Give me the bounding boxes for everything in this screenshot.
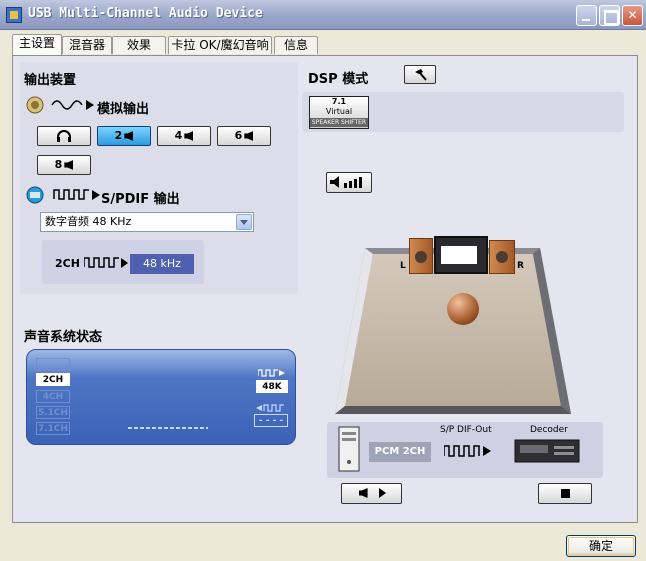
spdif-chain-icon <box>444 445 491 457</box>
headphones-icon <box>57 130 71 142</box>
channel-level-2ch: 2CH <box>36 373 70 386</box>
maximize-button[interactable] <box>599 5 620 26</box>
room-right-label: R <box>517 261 524 271</box>
play-icon <box>379 488 387 498</box>
virtual-speaker-virtual: Virtual <box>325 107 353 116</box>
channel-8-label: 8 <box>54 158 63 171</box>
tab-info[interactable]: 信息 <box>274 36 318 54</box>
minimize-button[interactable] <box>576 5 597 26</box>
tab-karaoke[interactable]: 卡拉 OK/魔幻音响 <box>168 36 272 54</box>
channel-level-4ch: 4CH <box>36 390 70 403</box>
close-button[interactable]: ✕ <box>622 5 643 26</box>
spdif-rate-value: 48 kHz <box>130 254 194 274</box>
channel-level-7-1ch: 7.1CH <box>36 422 70 435</box>
spdif-format-value: 数字音频 48 KHz <box>45 215 132 228</box>
decoder-device-icon <box>514 439 580 463</box>
stop-icon <box>560 488 570 498</box>
speaker-test-button[interactable] <box>326 172 372 193</box>
decoder-caption: Decoder <box>530 425 568 435</box>
tv-display <box>441 246 477 264</box>
channel-6-button[interactable]: 6 <box>217 126 271 146</box>
listener-sphere <box>447 293 479 325</box>
virtual-speaker-band: SPEAKER SHIFTER <box>310 118 368 127</box>
channel-4-label: 4 <box>174 129 183 142</box>
channel-6-label: 6 <box>234 129 243 142</box>
channel-8-button[interactable]: 8 <box>37 155 91 175</box>
window-title: USB Multi-Channel Audio Device <box>28 6 263 21</box>
play-test-button[interactable] <box>341 483 402 504</box>
tab-mixer[interactable]: 混音器 <box>62 36 112 54</box>
channel-level-5-1ch: 5.1CH <box>36 406 70 419</box>
speaker-icon <box>244 131 254 141</box>
title-bar: USB Multi-Channel Audio Device ✕ <box>0 0 646 30</box>
hammer-icon <box>415 69 427 81</box>
tab-effects[interactable]: 效果 <box>112 36 166 54</box>
spdif-out-rate: 48K <box>256 380 288 393</box>
stop-test-button[interactable] <box>538 483 592 504</box>
channel-4-button[interactable]: 4 <box>157 126 211 146</box>
right-speaker-cone <box>496 251 508 263</box>
channel-2-label: 2 <box>114 129 123 142</box>
spdif-format-select[interactable]: 数字音频 48 KHz <box>40 212 254 232</box>
left-speaker-cone <box>415 251 427 263</box>
channel-level-0 <box>36 358 70 371</box>
room-left-label: L <box>400 261 406 271</box>
ok-button[interactable]: 确定 <box>566 535 636 557</box>
spdif-in-rate: - - - - <box>254 414 288 427</box>
virtual-speaker-button[interactable]: 7.1 Virtual SPEAKER SHIFTER <box>309 96 369 129</box>
spdif-output-label: S/PDIF 输出 <box>101 192 180 207</box>
analog-output-label: 模拟输出 <box>97 102 150 117</box>
output-device-title: 输出装置 <box>24 73 77 88</box>
spdif-output-icon <box>26 186 100 204</box>
signal-dashes <box>128 427 208 429</box>
chevron-down-icon[interactable] <box>236 214 252 230</box>
analog-output-icon <box>26 96 94 114</box>
app-icon <box>6 7 22 23</box>
speaker-icon <box>124 131 134 141</box>
speaker-icon <box>358 488 368 498</box>
sound-status-title: 声音系统状态 <box>24 330 103 345</box>
digital-signal-icon <box>84 257 128 268</box>
channel-2-button[interactable]: 2 <box>97 126 151 146</box>
spdif-in-status-icon <box>256 404 284 412</box>
speaker-icon <box>184 131 194 141</box>
dsp-settings-button[interactable] <box>404 65 436 84</box>
speaker-icon <box>64 160 74 170</box>
spdif-out-status-icon <box>258 369 285 377</box>
pc-tower-icon <box>338 426 360 472</box>
pcm-channel-label: PCM 2CH <box>369 442 431 462</box>
tab-main-settings[interactable]: 主设置 <box>12 34 62 55</box>
virtual-speaker-71: 7.1 <box>331 97 347 106</box>
spdif-channels-label: 2CH <box>55 257 80 270</box>
dsp-mode-title: DSP 模式 <box>308 72 369 87</box>
spdif-out-caption: S/P DIF-Out <box>440 425 492 435</box>
headphones-button[interactable] <box>37 126 91 146</box>
speaker-volume-icon <box>330 176 362 188</box>
